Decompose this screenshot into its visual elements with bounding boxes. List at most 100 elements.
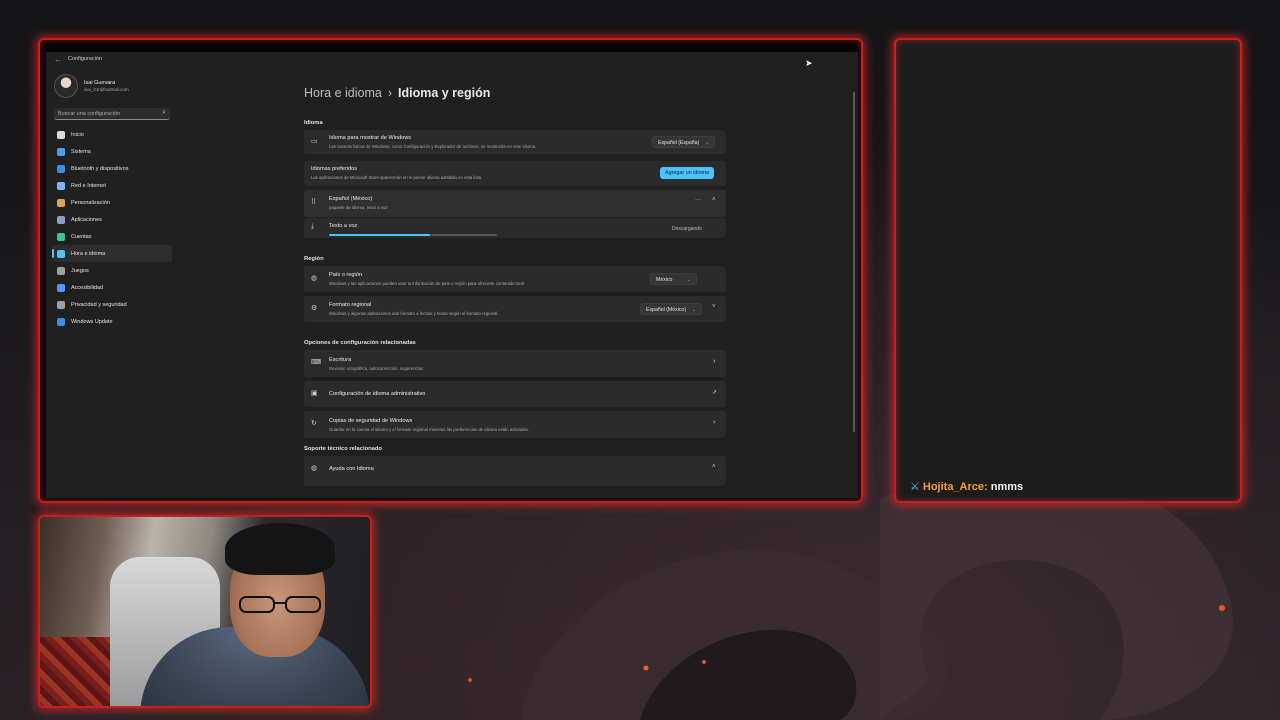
sidebar-item-accounts[interactable]: Cuentas — [52, 228, 172, 245]
user-profile[interactable]: Isai Guevara isai_Grr@hotmail.com — [54, 74, 174, 104]
breadcrumb: Hora e idioma › Idioma y región — [304, 86, 490, 100]
bluetooth-icon — [57, 164, 65, 173]
screen-capture-frame: ← Configuración Isai Guevara isai_Grr@ho… — [38, 38, 863, 503]
sidebar-item-label: Aplicaciones — [71, 216, 102, 223]
settings-window: ← Configuración Isai Guevara isai_Grr@ho… — [46, 52, 858, 498]
dropdown-value: México — [656, 277, 673, 283]
chat-message: ⚔ Hojita_Arce: nmms — [910, 480, 1023, 493]
system-icon — [57, 147, 65, 156]
sidebar-item-windows-update[interactable]: Windows Update — [52, 313, 172, 330]
sidebar-item-label: Sistema — [71, 148, 91, 155]
download-progress-bar — [329, 234, 497, 236]
country-dropdown[interactable]: México ⌄ — [650, 273, 697, 285]
shield-icon — [57, 300, 65, 309]
breadcrumb-separator: › — [387, 86, 392, 100]
sidebar-item-label: Juegos — [71, 267, 89, 274]
add-language-button[interactable]: Agregar un idioma — [660, 167, 715, 179]
more-options-icon[interactable]: ··· — [695, 197, 701, 203]
globe-icon: ◍ — [311, 275, 318, 282]
chat-username: Hojita_Arce: — [922, 481, 988, 493]
section-heading-related: Opciones de configuración relacionadas — [304, 340, 416, 346]
download-title: Texto a voz — [329, 223, 358, 229]
apps-icon — [57, 215, 65, 224]
webcam-frame — [38, 515, 372, 708]
user-email: isai_Grr@hotmail.com — [84, 87, 129, 92]
related-title: Copias de seguridad de Windows — [329, 418, 413, 424]
search-placeholder: Buscar una configuración — [58, 111, 121, 117]
related-row-escritura[interactable]: ⌨ Escritura Revisión ortográfica, autoco… — [304, 350, 726, 377]
drag-handle-icon[interactable]: ⠿ — [311, 198, 316, 206]
sidebar-item-network[interactable]: Red e Internet — [52, 177, 172, 194]
regional-format-subtitle: Windows y algunas aplicaciones dan forma… — [329, 311, 499, 316]
avatar — [54, 74, 78, 98]
regional-format-title: Formato regional — [329, 302, 372, 308]
download-row: ⤓ Texto a voz Descargando — [304, 218, 726, 238]
search-icon[interactable]: ⌕ — [162, 109, 166, 117]
sidebar-item-label: Red e Internet — [71, 182, 106, 189]
sidebar-item-label: Inicio — [71, 131, 84, 138]
sidebar-item-privacy[interactable]: Privacidad y seguridad — [52, 296, 172, 313]
display-language-row[interactable]: ▭ Idioma para mostrar de Windows Las car… — [304, 130, 726, 154]
sidebar-item-label: Personalización — [71, 199, 110, 206]
chevron-up-icon[interactable]: ˄ — [712, 464, 716, 470]
support-title: Ayuda con Idioma — [329, 466, 374, 472]
sidebar-item-gaming[interactable]: Juegos — [52, 262, 172, 279]
sidebar-item-accessibility[interactable]: Accesibilidad — [52, 279, 172, 296]
external-link-icon: ↗ — [712, 390, 718, 396]
sidebar-item-sistema[interactable]: Sistema — [52, 143, 172, 160]
support-row-ayuda-idioma[interactable]: ◍ Ayuda con Idioma ˄ — [304, 456, 726, 486]
webcam-person-glasses — [239, 596, 321, 613]
main-content: Hora e idioma › Idioma y región Idioma ▭ I… — [304, 68, 734, 498]
sidebar-item-label: Bluetooth y dispositivos — [71, 165, 129, 172]
display-language-subtitle: Las características de Windows, como Con… — [329, 144, 537, 149]
sidebar-item-bluetooth[interactable]: Bluetooth y dispositivos — [52, 160, 172, 177]
chevron-down-icon: ⌄ — [692, 307, 697, 313]
sidebar-item-apps[interactable]: Aplicaciones — [52, 211, 172, 228]
back-arrow-icon[interactable]: ← — [54, 55, 62, 64]
page-title: Idioma y región — [398, 86, 491, 100]
search-input[interactable]: Buscar una configuración ⌕ — [54, 108, 170, 120]
sidebar-item-label: Windows Update — [71, 318, 113, 325]
sidebar-item-label: Accesibilidad — [71, 284, 104, 291]
scrollbar[interactable] — [853, 92, 855, 432]
accounts-icon — [57, 232, 65, 241]
display-language-title: Idioma para mostrar de Windows — [329, 135, 412, 141]
related-row-backup[interactable]: ↻ Copias de seguridad de Windows Guardar… — [304, 411, 726, 438]
language-item-espanol-mexico[interactable]: ⠿ Español (México) paquete de idioma, te… — [304, 190, 726, 217]
country-subtitle: Windows y las aplicaciones pueden usar t… — [329, 281, 525, 286]
chevron-down-icon: ⌄ — [705, 140, 710, 146]
country-region-row[interactable]: ◍ País o región Windows y las aplicacion… — [304, 266, 726, 292]
home-icon — [57, 130, 65, 139]
update-icon — [57, 317, 65, 326]
related-title: Escritura — [329, 357, 352, 363]
language-item-subtitle: paquete de idioma, texto a voz — [329, 205, 388, 210]
language-item-title: Español (México) — [329, 196, 373, 202]
section-heading-support: Soporte técnico relacionado — [304, 446, 382, 452]
chevron-up-icon[interactable]: ˄ — [712, 197, 716, 203]
gaming-icon — [57, 266, 65, 275]
title-bar: ← Configuración — [46, 52, 858, 68]
sidebar-item-personalization[interactable]: Personalización — [52, 194, 172, 211]
sidebar-item-time-language[interactable]: Hora e idioma — [52, 245, 172, 262]
preferred-languages-row: Idiomas preferidos Las aplicaciones de M… — [304, 161, 726, 186]
download-icon: ⤓ — [311, 223, 315, 230]
chat-frame: ⚔ Hojita_Arce: nmms — [894, 38, 1242, 503]
regional-format-icon: ⚙ — [311, 305, 318, 312]
expand-chevron-icon[interactable]: ˅ — [712, 304, 716, 310]
regional-format-dropdown[interactable]: Español (México) ⌄ — [640, 303, 703, 315]
dropdown-value: Español (España) — [658, 140, 700, 146]
backup-icon: ↻ — [311, 420, 317, 427]
regional-format-row[interactable]: ⚙ Formato regional Windows y algunas apl… — [304, 296, 726, 322]
related-row-admin-language[interactable]: ▣ Configuración de idioma administrativo… — [304, 381, 726, 407]
sidebar-item-inicio[interactable]: Inicio — [52, 126, 172, 143]
breadcrumb-parent[interactable]: Hora e idioma — [304, 86, 382, 100]
accessibility-icon — [57, 283, 65, 292]
related-title: Configuración de idioma administrativo — [329, 391, 426, 397]
sidebar-item-label: Privacidad y seguridad — [71, 301, 127, 308]
section-heading-idioma: Idioma — [304, 120, 323, 126]
keyboard-icon: ⌨ — [311, 359, 322, 366]
related-subtitle: Revisión ortográfica, autocorrección, su… — [329, 366, 424, 371]
display-language-dropdown[interactable]: Español (España) ⌄ — [652, 136, 716, 148]
user-name: Isai Guevara — [84, 80, 116, 86]
sidebar-nav: Inicio Sistema Bluetooth y dispositivos … — [52, 126, 172, 330]
